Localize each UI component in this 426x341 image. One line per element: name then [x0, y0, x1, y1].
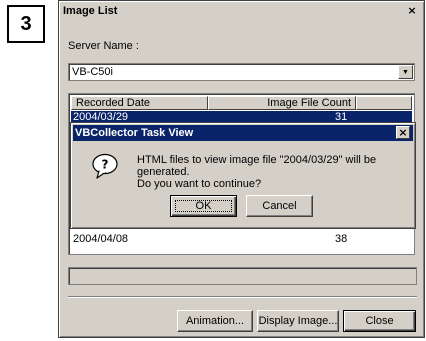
focus-rectangle: [175, 200, 232, 212]
column-header-recorded-date[interactable]: Recorded Date: [71, 96, 208, 110]
dialog-message-line-2: Do you want to continue?: [137, 178, 262, 190]
svg-text:?: ?: [102, 158, 109, 172]
ok-button[interactable]: OK: [170, 195, 237, 217]
row-count: 38: [335, 233, 348, 245]
row-date: 2004/04/08: [73, 233, 129, 245]
question-icon: ?: [92, 153, 118, 179]
dialog-close-icon[interactable]: ×: [396, 126, 410, 139]
window-close-icon[interactable]: ×: [405, 4, 419, 17]
dialog-message: HTML files to view image file "2004/03/2…: [137, 154, 415, 190]
separator-line: [68, 296, 417, 298]
task-view-dialog: VBCollector Task View × ? HTML files to …: [70, 122, 416, 229]
server-name-combo[interactable]: VB-C50i ▼: [68, 63, 415, 81]
dropdown-arrow-icon[interactable]: ▼: [398, 65, 413, 79]
title-bar[interactable]: Image List ×: [61, 3, 422, 19]
progress-bar: [68, 267, 417, 285]
list-row[interactable]: 2004/04/08 38: [71, 233, 412, 245]
server-name-label: Server Name :: [68, 40, 139, 52]
step-number-badge: 3: [7, 5, 45, 43]
window-title: Image List: [63, 5, 118, 17]
display-image-button[interactable]: Display Image...: [257, 310, 339, 332]
animation-button[interactable]: Animation...: [177, 310, 253, 332]
cancel-button[interactable]: Cancel: [246, 195, 313, 217]
dialog-title-bar[interactable]: VBCollector Task View ×: [73, 125, 413, 141]
column-header-empty: [356, 96, 412, 110]
close-button[interactable]: Close: [343, 310, 416, 332]
dialog-title: VBCollector Task View: [75, 127, 194, 139]
dialog-message-line-1: HTML files to view image file "2004/03/2…: [137, 154, 377, 178]
server-name-value: VB-C50i: [72, 66, 113, 78]
column-header-image-file-count[interactable]: Image File Count: [208, 96, 356, 110]
